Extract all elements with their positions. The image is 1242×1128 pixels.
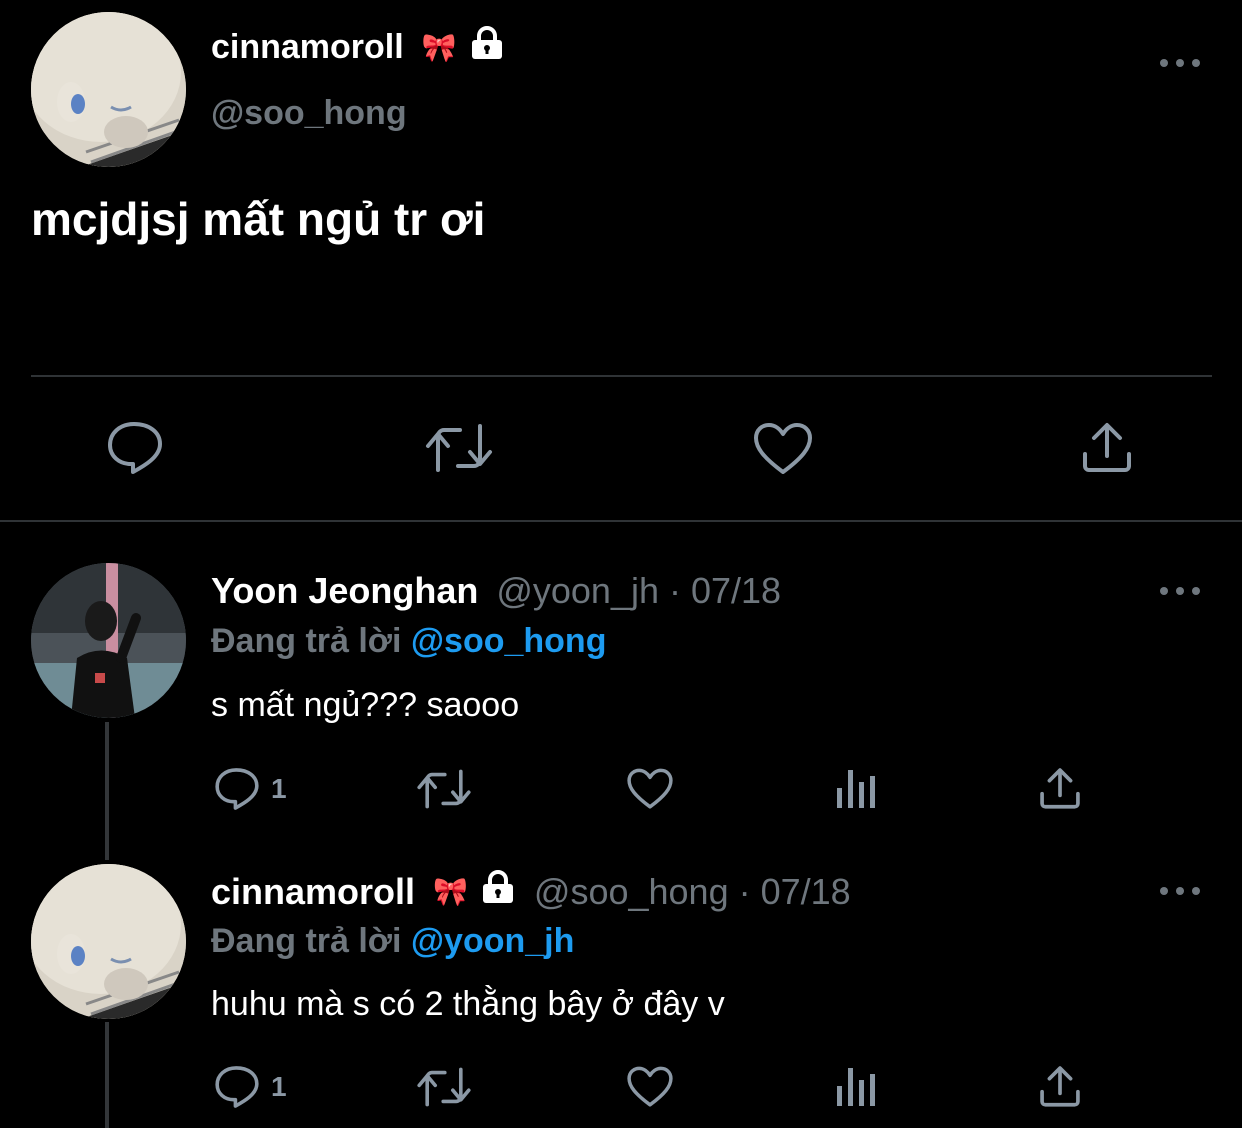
reply-display-name[interactable]: Yoon Jeonghan [211,570,478,612]
reply-avatar[interactable] [31,864,186,1019]
more-icon[interactable] [1160,57,1200,69]
reply-icon[interactable] [214,766,260,812]
divider [31,375,1212,377]
share-icon[interactable] [1080,420,1134,474]
reply-text: s mất ngủ??? saooo [211,686,520,724]
reply-icon[interactable] [106,420,164,476]
thread-line [105,1022,109,1128]
reply-handle-date[interactable]: @soo_hong · 07/18 [534,871,851,913]
reply-icon[interactable] [214,1064,260,1110]
retweet-icon[interactable] [416,768,472,810]
main-tweet-text: mcjdjsj mất ngủ tr ơi [31,193,486,245]
name-emoji: 🎀 [421,32,457,63]
reply-display-name[interactable]: cinnamoroll [211,871,415,913]
share-icon[interactable] [1038,766,1082,810]
reply-count: 1 [271,1071,287,1102]
replying-mention[interactable]: @soo_hong [411,622,607,660]
lock-icon [480,870,516,913]
replying-prefix: Đang trả lời [211,622,402,660]
more-icon[interactable] [1160,585,1200,597]
display-name-text: cinnamoroll [211,28,404,66]
retweet-icon[interactable] [416,1066,472,1108]
analytics-icon[interactable] [834,1064,878,1108]
like-icon[interactable] [626,768,674,810]
reply-header: cinnamoroll 🎀 @soo_hong · 07/18 [211,870,851,913]
lock-icon [469,26,505,69]
replying-to: Đang trả lời @yoon_jh [211,922,574,961]
name-emoji: 🎀 [433,876,468,907]
thread-line [105,722,109,860]
replying-to: Đang trả lời @soo_hong [211,622,606,661]
retweet-icon[interactable] [424,422,494,474]
replying-mention[interactable]: @yoon_jh [411,922,575,960]
reply-count: 1 [271,773,287,804]
reply-avatar[interactable] [31,563,186,718]
main-tweet-handle[interactable]: @soo_hong [211,94,407,133]
more-icon[interactable] [1160,885,1200,897]
main-tweet-display-name[interactable]: cinnamoroll 🎀 [211,26,505,69]
share-icon[interactable] [1038,1064,1082,1108]
section-divider [0,520,1242,522]
reply-handle-date[interactable]: @yoon_jh · 07/18 [496,570,781,612]
main-tweet-avatar[interactable] [31,12,186,167]
replying-prefix: Đang trả lời [211,922,402,960]
reply-header: Yoon Jeonghan @yoon_jh · 07/18 [211,570,781,612]
like-icon[interactable] [752,422,814,476]
like-icon[interactable] [626,1066,674,1108]
analytics-icon[interactable] [834,766,878,810]
reply-text: huhu mà s có 2 thằng bây ở đây v [211,985,725,1023]
